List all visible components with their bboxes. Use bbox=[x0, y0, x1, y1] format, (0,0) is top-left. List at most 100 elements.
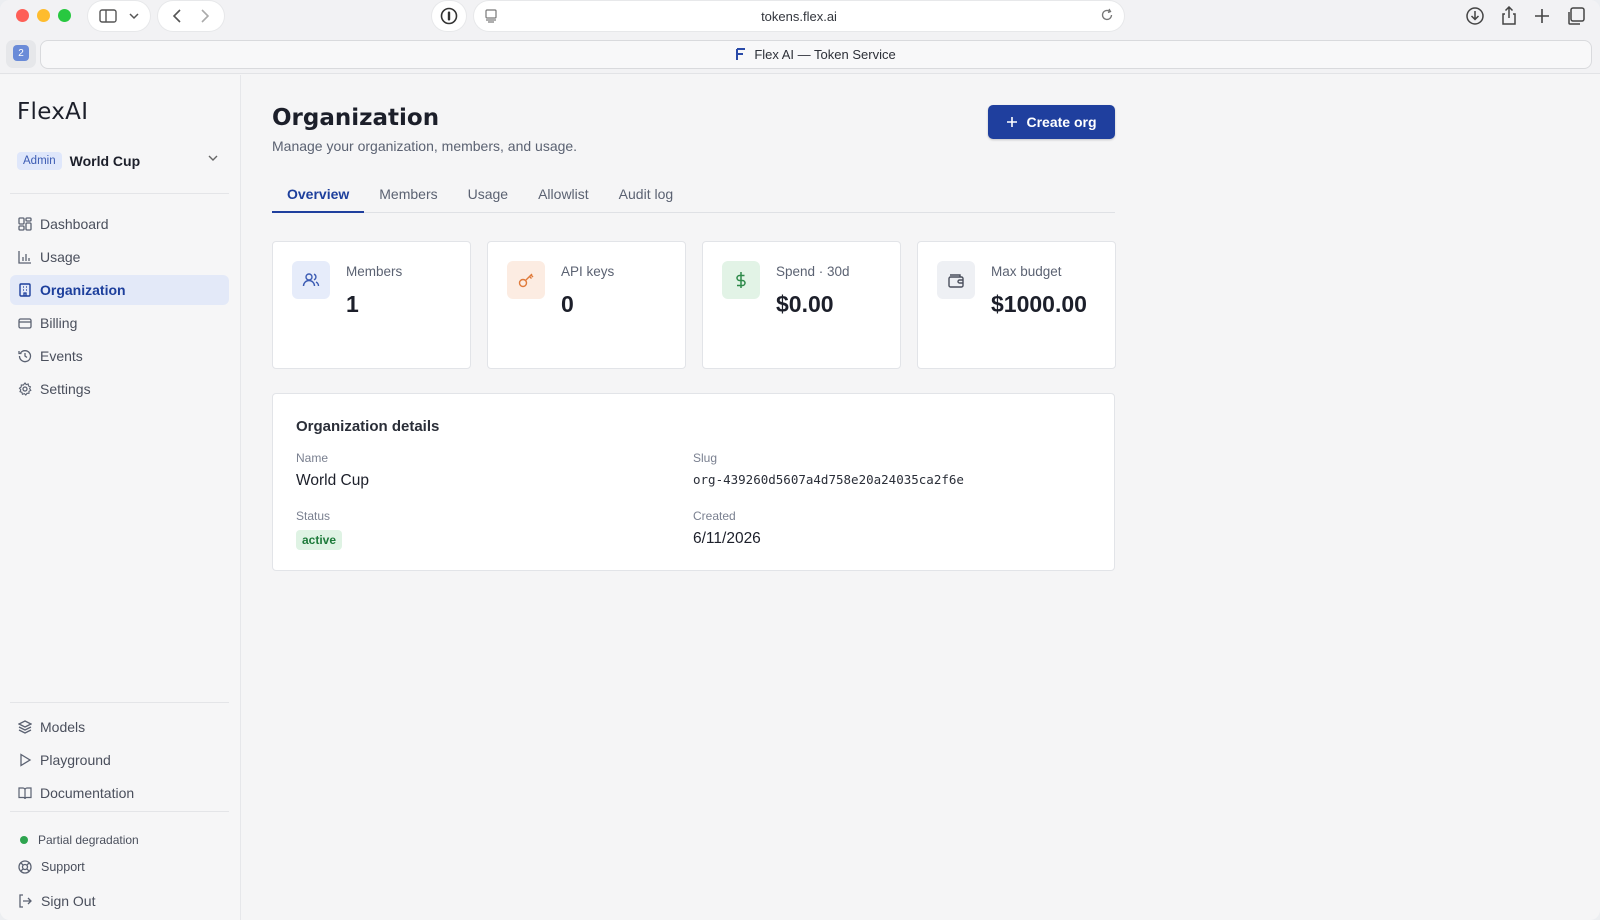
secondary-nav: Models Playground Documentation bbox=[10, 712, 229, 811]
stat-value: $0.00 bbox=[776, 291, 834, 317]
sidebar: FlexAI Admin World Cup Dashboard Usage O… bbox=[0, 75, 241, 920]
org-switcher[interactable]: Admin World Cup bbox=[12, 146, 230, 176]
page-title: Organization bbox=[272, 105, 440, 131]
password-manager-icon bbox=[440, 7, 458, 25]
sidebar-item-organization[interactable]: Organization bbox=[10, 275, 229, 305]
zoom-window-button[interactable] bbox=[58, 9, 71, 22]
stat-card-spend: Spend · 30d $0.00 bbox=[702, 241, 901, 369]
status-text: Partial degradation bbox=[38, 833, 139, 847]
page-subtitle: Manage your organization, members, and u… bbox=[272, 138, 578, 154]
tab-usage[interactable]: Usage bbox=[453, 178, 523, 213]
sidebar-item-documentation[interactable]: Documentation bbox=[10, 778, 229, 808]
sidebar-item-label: Organization bbox=[40, 282, 126, 298]
layers-icon bbox=[18, 720, 32, 734]
sidebar-item-label: Settings bbox=[40, 381, 91, 397]
forward-arrow-icon[interactable] bbox=[200, 9, 210, 23]
sidebar-item-label: Documentation bbox=[40, 785, 135, 801]
stat-label: API keys bbox=[561, 264, 615, 279]
stat-icon-box bbox=[507, 261, 545, 299]
credit-card-icon bbox=[18, 318, 32, 329]
tab-audit-log[interactable]: Audit log bbox=[604, 178, 688, 213]
key-icon bbox=[518, 273, 534, 288]
password-manager-button[interactable] bbox=[432, 1, 466, 31]
sidebar-item-models[interactable]: Models bbox=[10, 712, 229, 742]
minimize-window-button[interactable] bbox=[37, 9, 50, 22]
sidebar-item-dashboard[interactable]: Dashboard bbox=[10, 209, 229, 239]
sidebar-item-label: Playground bbox=[40, 752, 111, 768]
sign-out-label: Sign Out bbox=[41, 893, 96, 909]
close-window-button[interactable] bbox=[16, 9, 29, 22]
share-icon[interactable] bbox=[1500, 6, 1518, 26]
back-arrow-icon[interactable] bbox=[172, 9, 182, 23]
org-name-value: World Cup bbox=[296, 472, 369, 489]
sidebar-toggle-group[interactable] bbox=[88, 1, 150, 31]
status-badge: active bbox=[296, 530, 343, 550]
stat-label: Max budget bbox=[991, 264, 1062, 279]
status-dot-icon bbox=[20, 836, 28, 844]
create-org-button[interactable]: Create org bbox=[988, 105, 1115, 139]
stat-label: Members bbox=[346, 264, 403, 279]
primary-nav: Dashboard Usage Organization Billing Eve… bbox=[10, 209, 229, 407]
tab-members[interactable]: Members bbox=[364, 178, 452, 213]
stat-icon-box bbox=[292, 261, 330, 299]
sidebar-item-settings[interactable]: Settings bbox=[10, 374, 229, 404]
browser-tab[interactable]: Flex AI — Token Service bbox=[40, 40, 1592, 69]
sidebar-item-usage[interactable]: Usage bbox=[10, 242, 229, 272]
sidebar-item-billing[interactable]: Billing bbox=[10, 308, 229, 338]
tab-allowlist[interactable]: Allowlist bbox=[523, 178, 604, 213]
main-content: Organization Manage your organization, m… bbox=[242, 75, 1600, 920]
org-switcher-name: World Cup bbox=[69, 153, 141, 169]
download-icon[interactable] bbox=[1465, 6, 1485, 26]
stat-icon-box bbox=[722, 261, 760, 299]
dashboard-icon bbox=[18, 217, 32, 231]
flexai-favicon-icon bbox=[736, 48, 746, 60]
support-link[interactable]: Support bbox=[18, 860, 85, 874]
tab-count-badge: 2 bbox=[13, 45, 29, 61]
slug-label: Slug bbox=[693, 451, 718, 465]
stat-value: $1000.00 bbox=[991, 291, 1087, 317]
sidebar-item-label: Usage bbox=[40, 249, 81, 265]
created-date-value: 6/11/2026 bbox=[693, 530, 761, 547]
stat-card-api-keys: API keys 0 bbox=[487, 241, 686, 369]
chevron-down-icon[interactable] bbox=[129, 12, 139, 20]
sidebar-divider bbox=[10, 193, 229, 194]
create-org-label: Create org bbox=[1026, 114, 1097, 130]
sidebar-item-label: Models bbox=[40, 719, 86, 735]
browser-window: tokens.flex.ai 2 Flex AI — Token Service… bbox=[0, 0, 1600, 920]
dollar-icon bbox=[736, 272, 746, 288]
details-heading: Organization details bbox=[296, 418, 440, 435]
tab-overview-icon[interactable] bbox=[1566, 6, 1586, 26]
stat-value: 1 bbox=[346, 291, 359, 317]
sidebar-item-label: Events bbox=[40, 348, 83, 364]
org-tabs: Overview Members Usage Allowlist Audit l… bbox=[272, 178, 1115, 213]
sidebar-item-events[interactable]: Events bbox=[10, 341, 229, 371]
sidebar-toggle-icon[interactable] bbox=[99, 9, 117, 23]
url-text: tokens.flex.ai bbox=[761, 9, 837, 24]
name-label: Name bbox=[296, 451, 329, 465]
wallet-icon bbox=[948, 274, 964, 288]
tab-overview[interactable]: Overview bbox=[272, 178, 365, 213]
created-label: Created bbox=[693, 509, 736, 523]
organization-details-card: Organization details Name World Cup Slug… bbox=[272, 393, 1115, 571]
new-tab-icon[interactable] bbox=[1533, 6, 1551, 26]
history-icon bbox=[18, 350, 32, 363]
sidebar-divider bbox=[10, 702, 229, 703]
support-label: Support bbox=[41, 860, 85, 874]
bar-chart-icon bbox=[18, 251, 31, 264]
address-bar[interactable]: tokens.flex.ai bbox=[474, 1, 1124, 31]
sidebar-item-playground[interactable]: Playground bbox=[10, 745, 229, 775]
play-icon bbox=[20, 753, 32, 767]
reload-icon[interactable] bbox=[1100, 8, 1114, 22]
sign-out-button[interactable]: Sign Out bbox=[18, 893, 95, 909]
users-icon bbox=[302, 273, 320, 287]
lifebuoy-icon bbox=[18, 860, 32, 874]
flexai-logo[interactable]: FlexAI bbox=[17, 99, 88, 125]
system-status[interactable]: Partial degradation bbox=[20, 833, 139, 847]
stats-cards: Members 1 API keys 0 Spend · 30d $0.00 M… bbox=[272, 241, 1116, 369]
stat-icon-box bbox=[937, 261, 975, 299]
window-controls bbox=[16, 9, 71, 22]
sidebar-divider bbox=[10, 811, 229, 812]
tab-title: Flex AI — Token Service bbox=[754, 47, 896, 62]
status-label: Status bbox=[296, 509, 331, 523]
org-slug-value[interactable]: org-439260d5607a4d758e20a24035ca2f6e bbox=[693, 472, 964, 487]
